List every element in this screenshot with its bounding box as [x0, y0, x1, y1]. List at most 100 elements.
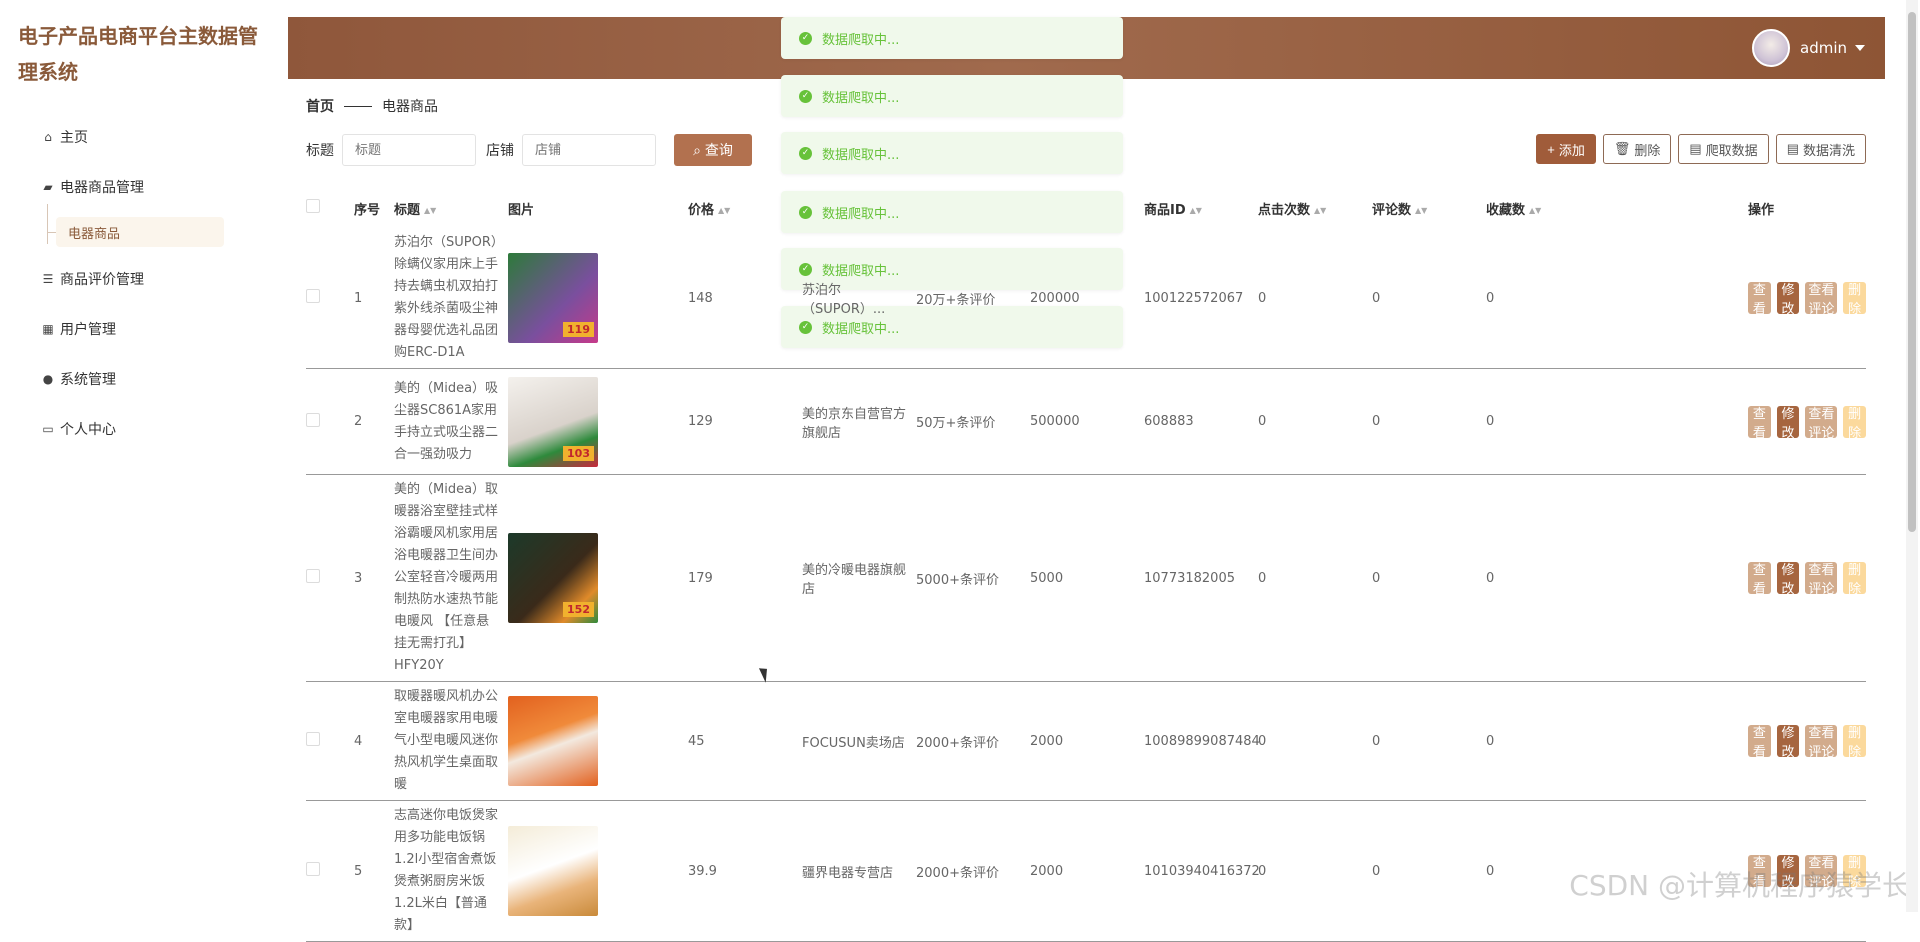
- sidebar-item-label: 个人中心: [60, 419, 116, 439]
- shop-filter-label: 店铺: [486, 140, 514, 160]
- col-header-clicks[interactable]: 点击次数▲▼: [1258, 188, 1372, 228]
- sidebar-item-users[interactable]: ▦ 用户管理: [0, 304, 270, 354]
- row-delete-button[interactable]: 删除: [1843, 282, 1866, 314]
- product-image: 103: [508, 377, 598, 467]
- view-comments-button[interactable]: 查看评论: [1805, 406, 1837, 438]
- card-icon: ▭: [40, 421, 56, 437]
- delete-button[interactable]: 🗑删除: [1603, 134, 1672, 164]
- row-actions: 查看 修改 查看评论 删除: [1748, 562, 1866, 594]
- col-header-count: [1030, 188, 1144, 228]
- cell-price: 179: [688, 475, 802, 682]
- cell-comments: 0: [1372, 228, 1486, 369]
- view-comments-button[interactable]: 查看评论: [1805, 725, 1837, 757]
- view-button[interactable]: 查看: [1748, 282, 1771, 314]
- toast-message: ✓数据爬取中...: [781, 132, 1123, 174]
- view-comments-button[interactable]: 查看评论: [1805, 282, 1837, 314]
- view-button[interactable]: 查看: [1748, 725, 1771, 757]
- scrollbar[interactable]: [1906, 0, 1918, 912]
- breadcrumb-home[interactable]: 首页: [306, 96, 334, 116]
- row-actions: 查看 修改 查看评论 删除: [1748, 406, 1866, 438]
- cell-review-count: 5000: [1030, 475, 1144, 682]
- shop-filter-input[interactable]: [522, 134, 656, 166]
- cell-reviews-text: 20万+条评价: [916, 228, 1030, 369]
- user-menu[interactable]: admin: [1752, 29, 1865, 67]
- check-icon: ✓: [799, 147, 812, 160]
- cell-title: 取暖器暖风机办公室电暖器家用电暖气小型电暖风迷你热风机学生桌面取暖: [394, 682, 508, 801]
- table-row: 4 取暖器暖风机办公室电暖器家用电暖气小型电暖风迷你热风机学生桌面取暖 45 F…: [306, 682, 1866, 801]
- check-icon: ✓: [799, 90, 812, 103]
- row-delete-button[interactable]: 删除: [1843, 562, 1866, 594]
- cell-product-id: 10773182005: [1144, 475, 1258, 682]
- cell-no: 2: [354, 369, 394, 475]
- scrollbar-thumb[interactable]: [1908, 12, 1916, 532]
- view-button[interactable]: 查看: [1748, 562, 1771, 594]
- sidebar-subitem-appliances[interactable]: 电器商品: [56, 217, 224, 247]
- row-checkbox[interactable]: [306, 289, 320, 303]
- cell-title: 美的（Midea）取暖器浴室壁挂式样浴霸暖风机家用居浴电暖器卫生间办公室轻音冷暖…: [394, 475, 508, 682]
- edit-button[interactable]: 修改: [1777, 406, 1800, 438]
- product-image: 152: [508, 533, 598, 623]
- cell-reviews-text: 50万+条评价: [916, 369, 1030, 475]
- cell-comments: 0: [1372, 369, 1486, 475]
- search-button[interactable]: ⌕ 查询: [674, 134, 752, 166]
- table-header-row: 序号 标题▲▼ 图片 价格▲▼ 商品ID▲▼ 点击次数▲▼ 评论数▲▼ 收藏数▲…: [306, 188, 1866, 228]
- cell-favs: 0: [1486, 228, 1748, 369]
- watermark: CSDN @计算机程序猿学长: [1569, 864, 1910, 904]
- clean-button-label: 数据清洗: [1803, 140, 1855, 159]
- sidebar-item-label: 主页: [60, 127, 88, 147]
- col-header-title[interactable]: 标题▲▼: [394, 188, 508, 228]
- shield-icon: ●: [40, 371, 56, 387]
- cell-review-count: 2000: [1030, 801, 1144, 942]
- sidebar: 电子产品电商平台主数据管理系统 ⌂ 主页 ▰ 电器商品管理 电器商品 ☰ 商品评…: [0, 0, 270, 912]
- select-all-checkbox[interactable]: [306, 199, 320, 213]
- sidebar-item-products[interactable]: ▰ 电器商品管理: [0, 162, 270, 212]
- edit-button[interactable]: 修改: [1777, 562, 1800, 594]
- cell-favs: 0: [1486, 475, 1748, 682]
- view-comments-button[interactable]: 查看评论: [1805, 562, 1837, 594]
- sidebar-item-home[interactable]: ⌂ 主页: [0, 112, 270, 162]
- cell-reviews-text: 2000+条评价: [916, 682, 1030, 801]
- search-button-label: 查询: [705, 140, 733, 160]
- breadcrumb-separator: [344, 106, 372, 107]
- col-header-favs-label: 收藏数: [1486, 203, 1525, 218]
- clean-button[interactable]: ▤数据清洗: [1776, 134, 1866, 164]
- cell-title: 志高迷你电饭煲家用多功能电饭锅1.2l小型宿舍煮饭煲煮粥厨房米饭 1.2L米白【…: [394, 801, 508, 942]
- toast-message: ✓数据爬取中...: [781, 17, 1123, 59]
- cell-no: 1: [354, 228, 394, 369]
- row-checkbox[interactable]: [306, 569, 320, 583]
- select-all-cell: [306, 188, 354, 228]
- cell-clicks: 0: [1258, 801, 1372, 942]
- col-header-comments[interactable]: 评论数▲▼: [1372, 188, 1486, 228]
- database-icon: ▤: [1787, 141, 1799, 157]
- edit-button[interactable]: 修改: [1777, 725, 1800, 757]
- cell-product-id: 100122572067: [1144, 228, 1258, 369]
- row-delete-button[interactable]: 删除: [1843, 725, 1866, 757]
- sort-icon: ▲▼: [1314, 206, 1326, 215]
- row-checkbox[interactable]: [306, 732, 320, 746]
- cell-title: 苏泊尔（SUPOR）除螨仪家用床上手持去螨虫机双拍打紫外线杀菌吸尘神器母婴优选礼…: [394, 228, 508, 369]
- toast-text: 数据爬取中...: [822, 87, 899, 106]
- cell-price: 45: [688, 682, 802, 801]
- col-header-favs[interactable]: 收藏数▲▼: [1486, 188, 1748, 228]
- row-delete-button[interactable]: 删除: [1843, 406, 1866, 438]
- crawl-button[interactable]: ▤爬取数据: [1678, 134, 1768, 164]
- col-header-reviews: [916, 188, 1030, 228]
- row-checkbox[interactable]: [306, 862, 320, 876]
- sidebar-item-reviews[interactable]: ☰ 商品评价管理: [0, 254, 270, 304]
- title-filter-input[interactable]: [342, 134, 476, 166]
- sidebar-item-profile[interactable]: ▭ 个人中心: [0, 404, 270, 454]
- row-checkbox[interactable]: [306, 413, 320, 427]
- add-button[interactable]: +添加: [1536, 134, 1596, 164]
- col-header-price[interactable]: 价格▲▼: [688, 188, 802, 228]
- col-header-product-id-label: 商品ID: [1144, 203, 1186, 218]
- cell-shop: 美的京东自营官方旗舰店: [802, 369, 916, 475]
- view-button[interactable]: 查看: [1748, 406, 1771, 438]
- username: admin: [1800, 39, 1847, 57]
- col-header-product-id[interactable]: 商品ID▲▼: [1144, 188, 1258, 228]
- title-filter-label: 标题: [306, 140, 334, 160]
- col-header-comments-label: 评论数: [1372, 203, 1411, 218]
- grid-icon: ▦: [40, 321, 56, 337]
- edit-button[interactable]: 修改: [1777, 282, 1800, 314]
- sidebar-item-system[interactable]: ● 系统管理: [0, 354, 270, 404]
- cell-review-count: 200000: [1030, 228, 1144, 369]
